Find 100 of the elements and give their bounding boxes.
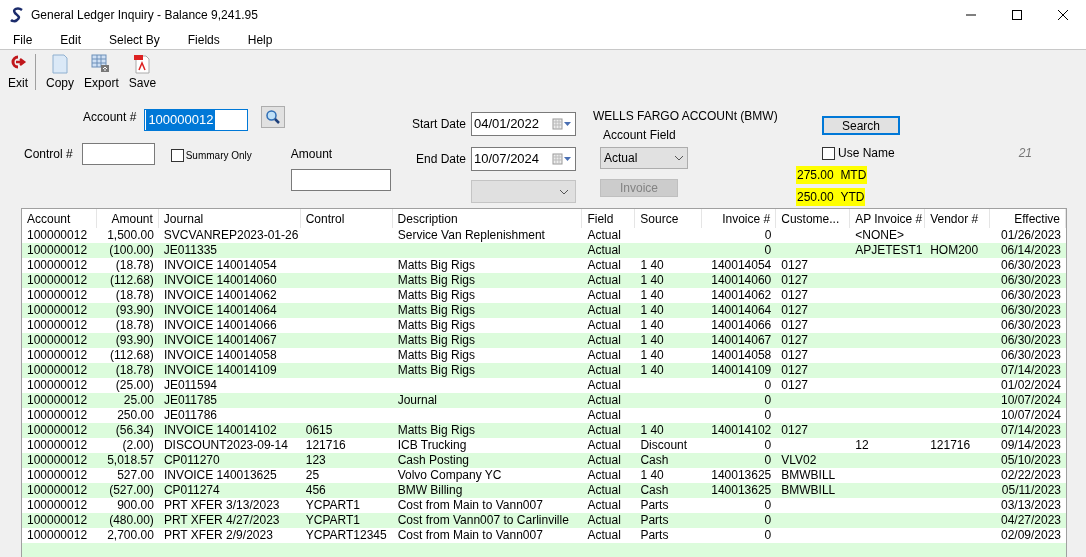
toolbar-button[interactable]: Copy xyxy=(43,54,78,92)
table-cell: 100000012 xyxy=(27,258,88,272)
table-cell: 100000012 xyxy=(27,438,88,452)
table-cell: SVCVANREP2023-01-26 xyxy=(163,228,299,242)
table-cell: 1 40 xyxy=(640,303,664,317)
table-cell: Service Van Replenishment xyxy=(397,228,545,242)
table-cell: APJETEST1 xyxy=(855,243,923,257)
table-cell: (18.78) xyxy=(115,258,154,272)
calendar-dropdown-icon[interactable] xyxy=(552,153,572,165)
table-cell: Actual xyxy=(587,408,621,422)
spreadsheet-icon xyxy=(91,54,112,74)
table-cell: (18.78) xyxy=(115,288,154,302)
toolbar-button[interactable]: Export xyxy=(81,54,122,92)
table-cell: Parts xyxy=(640,528,669,542)
table-cell: Actual xyxy=(587,513,621,527)
table-cell: 456 xyxy=(305,483,326,497)
table-cell: 0 xyxy=(764,498,772,512)
menu-item[interactable]: Help xyxy=(240,30,280,49)
pdf-file-icon xyxy=(133,54,152,74)
table-cell: 1 40 xyxy=(640,273,664,287)
table-cell: 0 xyxy=(764,393,772,407)
table-cell: 02/22/2023 xyxy=(1000,468,1061,482)
toolbar-button[interactable]: Save xyxy=(125,54,160,92)
table-cell: (56.34) xyxy=(115,423,154,437)
table-cell: 100000012 xyxy=(27,303,88,317)
date-picker[interactable]: 10/07/2024 xyxy=(471,147,576,171)
table-cell: 0127 xyxy=(781,333,808,347)
table-row[interactable]: 100000012 (93.90) INVOICE 140014067 Matts Big Rigs Actual 1 40 140014067 0127 06/30/2023 xyxy=(22,333,1066,348)
table-cell: Actual xyxy=(587,228,621,242)
table-cell: 0127 xyxy=(781,258,808,272)
checkbox[interactable] xyxy=(822,146,835,160)
table-cell: Matts Big Rigs xyxy=(397,363,475,377)
field-label: Start Date xyxy=(411,116,466,133)
table-cell: 100000012 xyxy=(27,318,88,332)
table-cell: Parts xyxy=(640,513,669,527)
table-cell: 121716 xyxy=(930,438,971,452)
table-cell: 100000012 xyxy=(27,513,88,527)
table-cell: 140014102 xyxy=(711,423,772,437)
table-cell: BMW Billing xyxy=(397,483,463,497)
table-cell: 0 xyxy=(764,453,772,467)
table-cell: 100000012 xyxy=(27,333,88,347)
table-cell: 0 xyxy=(764,228,772,242)
table-cell: VLV02 xyxy=(781,453,817,467)
account-field[interactable]: 100000012 xyxy=(144,109,249,131)
table-cell: 2,700.00 xyxy=(107,528,154,542)
table-cell: (480.00) xyxy=(109,513,154,527)
table-cell: 09/14/2023 xyxy=(1000,438,1061,452)
table-row[interactable]: 100000012 (112.68) INVOICE 140014060 Matts Big Rigs Actual 1 40 140014060 0127 06/30/2023 xyxy=(22,273,1066,288)
table-row[interactable]: 100000012 (56.34) INVOICE 140014102 0615 Matts Big Rigs Actual 1 40 140014102 0127 07/14/2023 xyxy=(22,423,1066,438)
checkbox[interactable] xyxy=(170,149,184,162)
table-cell: 1,500.00 xyxy=(107,228,154,242)
record-count: 21 xyxy=(1018,145,1033,162)
table-cell: Cost from Vann007 to Carlinville xyxy=(397,513,569,527)
page-icon xyxy=(51,54,69,74)
table-cell: 140014062 xyxy=(711,288,772,302)
menu-item[interactable]: Edit xyxy=(53,30,89,49)
date-picker[interactable]: 04/01/2022 xyxy=(471,112,576,136)
table-cell: 0127 xyxy=(781,378,808,392)
search-button[interactable] xyxy=(261,106,286,128)
table-cell: 0 xyxy=(764,378,772,392)
table-row[interactable]: 100000012 (480.00) PRT XFER 4/27/2023 YCPART1 Cost from Vann007 to Carlinville Actual Parts 0 04/27/2023 xyxy=(22,513,1066,528)
table-cell: (25.00) xyxy=(115,378,154,392)
table-cell: 100000012 xyxy=(27,468,88,482)
table-cell: 100000012 xyxy=(27,393,88,407)
table-cell: Cost from Main to Vann007 xyxy=(397,498,543,512)
table-cell: 0127 xyxy=(781,348,808,362)
table-row[interactable]: 100000012 (100.00) JE011335 Actual 0 APJETEST1 HOM200 06/14/2023 xyxy=(22,243,1066,258)
table-cell: Actual xyxy=(587,363,621,377)
table-row[interactable]: 100000012 5,018.57 CP011270 123 Cash Posting Actual Cash 0 VLV02 05/10/2023 xyxy=(22,453,1066,468)
table-row[interactable]: 100000012 (93.90) INVOICE 140014064 Matts Big Rigs Actual 1 40 140014064 0127 06/30/2023 xyxy=(22,303,1066,318)
table-cell: YCPART1 xyxy=(305,498,360,512)
table-cell: 100000012 xyxy=(27,363,88,377)
control-field[interactable] xyxy=(81,143,155,165)
amount-field[interactable] xyxy=(290,169,391,191)
table-cell: PRT XFER 4/27/2023 xyxy=(163,513,280,527)
table-cell: 140014054 xyxy=(711,258,772,272)
period-total: 275.00 MTD xyxy=(796,166,868,184)
table-cell: BMWBILL xyxy=(781,483,836,497)
menu-item[interactable]: File xyxy=(6,30,40,49)
table-cell: ICB Trucking xyxy=(397,438,467,452)
checkbox-label: Use Name xyxy=(838,145,895,162)
table-cell: 140013625 xyxy=(711,483,772,497)
table-cell: 0 xyxy=(764,438,772,452)
field-label: Control # xyxy=(24,146,73,163)
table-row[interactable]: 100000012 (527.00) CP011274 456 BMW Billing Actual Cash 140013625 BMWBILL 05/11/2023 xyxy=(22,483,1066,498)
table-cell: INVOICE 140014064 xyxy=(163,303,277,317)
table-cell: Actual xyxy=(587,498,621,512)
table-cell: 100000012 xyxy=(27,348,88,362)
menu-item[interactable]: Select By xyxy=(102,30,167,49)
account-field-dropdown[interactable]: Actual xyxy=(600,147,688,169)
table-row[interactable]: 100000012 (18.78) INVOICE 140014109 Matts Big Rigs Actual 1 40 140014109 0127 07/14/2023 xyxy=(22,363,1066,378)
table-row[interactable]: 100000012 25.00 JE011785 Journal Actual 0 10/07/2024 xyxy=(22,393,1066,408)
table-cell: 06/30/2023 xyxy=(1000,348,1061,362)
table-cell: BMWBILL xyxy=(781,468,836,482)
calendar-dropdown-icon[interactable] xyxy=(552,118,572,130)
table-cell: JE011786 xyxy=(163,408,218,422)
search-button[interactable]: Search xyxy=(822,116,900,135)
toolbar-button[interactable]: Exit xyxy=(5,54,31,92)
table-cell: 100000012 xyxy=(27,273,88,287)
menu-item[interactable]: Fields xyxy=(180,30,227,49)
